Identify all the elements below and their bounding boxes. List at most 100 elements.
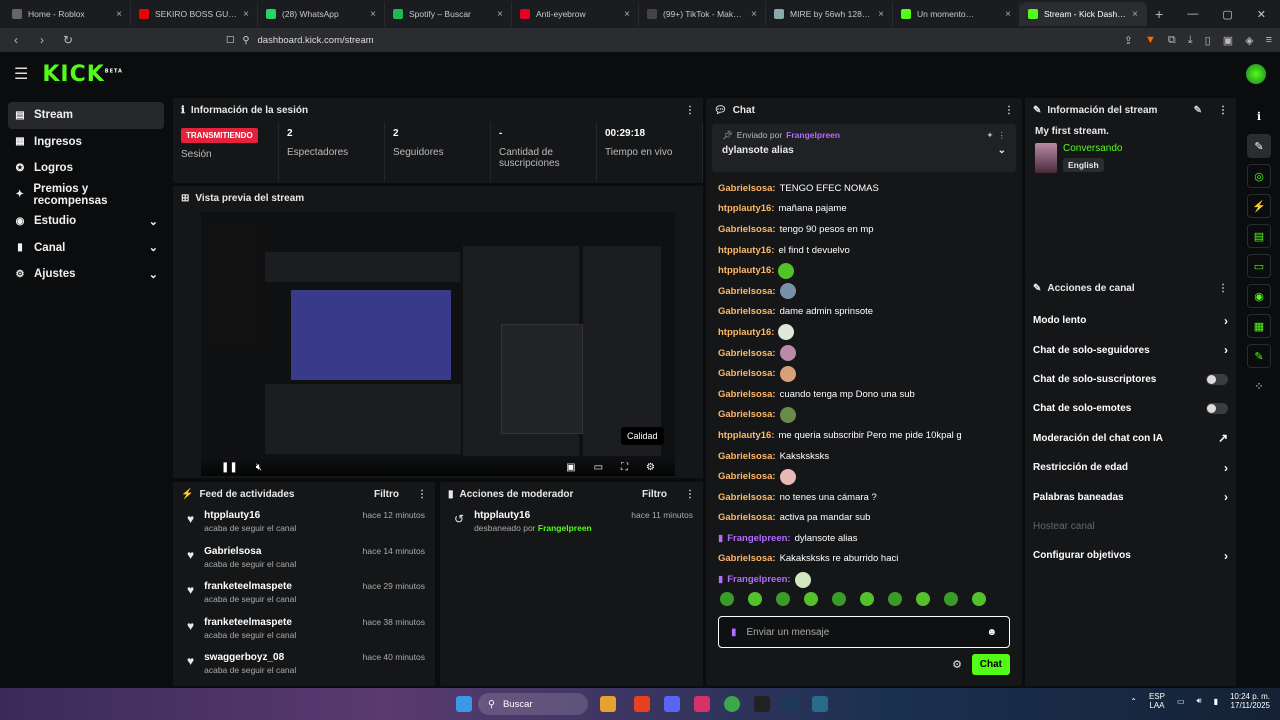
back-icon[interactable]: ‹ xyxy=(8,33,24,47)
brave-icon[interactable] xyxy=(634,696,650,712)
user-avatar[interactable] xyxy=(1246,64,1266,84)
feed-username[interactable]: franketeelmaspete xyxy=(204,617,296,628)
close-icon[interactable]: × xyxy=(243,9,249,20)
mod-sub-user[interactable]: Frangelpreen xyxy=(538,523,592,533)
maximize-icon[interactable]: ▢ xyxy=(1222,8,1232,21)
wallet-icon[interactable]: ▣ xyxy=(1223,34,1233,47)
close-icon[interactable]: × xyxy=(370,9,376,20)
start-icon[interactable] xyxy=(456,696,472,712)
brave-shield-icon[interactable]: ▼ xyxy=(1145,34,1156,47)
chat-username[interactable]: Gabrielsosa: xyxy=(718,389,776,400)
mod-username[interactable]: htpplauty16 xyxy=(474,510,592,521)
emote-icon[interactable] xyxy=(832,592,846,606)
chat-input[interactable]: ▮ Enviar un mensaje ☻ xyxy=(718,616,1010,648)
browser-tab[interactable]: Home - Roblox × xyxy=(4,2,131,26)
browser-tab[interactable]: Spotify – Buscar × xyxy=(385,2,512,26)
share-icon[interactable]: ⇪ xyxy=(1124,34,1133,47)
app-icon[interactable] xyxy=(812,696,828,712)
download-icon[interactable]: ⤓ xyxy=(1188,34,1193,47)
pinned-message[interactable]: 📌︎ Enviado por Frangelpreen ✦ ⋮ dylansot… xyxy=(712,124,1016,172)
browser-tab[interactable]: Un momento… × xyxy=(893,2,1020,26)
emote-icon[interactable] xyxy=(720,592,734,606)
toggle-switch[interactable] xyxy=(1206,403,1228,415)
emote-icon[interactable] xyxy=(860,592,874,606)
chat-username[interactable]: Gabrielsosa: xyxy=(718,471,776,482)
chat-send-button[interactable]: Chat xyxy=(971,654,1010,675)
more-icon[interactable]: ⋮ xyxy=(685,489,695,500)
taskbar-search[interactable]: ⚲ Buscar xyxy=(478,693,588,715)
emote-icon[interactable] xyxy=(776,592,790,606)
emote-icon[interactable] xyxy=(804,592,818,606)
bookmark-icon[interactable]: ☐ xyxy=(226,35,235,46)
kick-logo[interactable]: KICKBETA xyxy=(42,62,123,87)
edit-icon[interactable]: ✎ xyxy=(1194,105,1202,116)
channel-action-chev[interactable]: Palabras baneadas › xyxy=(1025,482,1236,511)
chat-username[interactable]: Gabrielsosa: xyxy=(718,553,776,564)
unpin-icon[interactable]: ✦ xyxy=(986,130,993,141)
chat-username[interactable]: Gabrielsosa: xyxy=(718,348,776,359)
channel-action-chev[interactable]: Chat de solo-seguidores › xyxy=(1025,335,1236,364)
channel-action-toggle[interactable]: Chat de solo-suscriptores xyxy=(1025,365,1236,394)
channel-action-toggle[interactable]: Chat de solo-emotes xyxy=(1025,394,1236,423)
feed-filter-button[interactable]: Filtro xyxy=(374,489,399,500)
sidebar-item[interactable]: ✦ Premios y recompensas xyxy=(8,182,164,209)
url-field[interactable]: ☐ ⚲ dashboard.kick.com/stream xyxy=(226,35,1114,46)
sidebar-item[interactable]: ▦ Ingresos xyxy=(8,129,164,156)
close-icon[interactable]: × xyxy=(116,9,122,20)
instagram-icon[interactable] xyxy=(694,696,710,712)
browser-tab[interactable]: Stream - Kick Dashbo × xyxy=(1020,2,1147,26)
feed-username[interactable]: franketeelmaspete xyxy=(204,581,296,592)
browser-tab[interactable]: Anti-eyebrow × xyxy=(512,2,639,26)
close-window-icon[interactable]: ✕ xyxy=(1257,8,1266,21)
close-icon[interactable]: × xyxy=(751,9,757,20)
discord-icon[interactable] xyxy=(664,696,680,712)
volume-icon[interactable]: 🔊︎ xyxy=(1197,696,1202,706)
reload-icon[interactable]: ↻ xyxy=(60,33,76,47)
chat-username[interactable]: Gabrielsosa: xyxy=(718,368,776,379)
edit-icon[interactable]: ✎ xyxy=(1247,134,1271,158)
chat-username[interactable]: Gabrielsosa: xyxy=(718,451,776,462)
sidebar-item[interactable]: ▮ Canal ⌄ xyxy=(8,235,164,262)
hamburger-menu-icon[interactable]: ☰ xyxy=(14,64,28,84)
language-indicator[interactable]: ESP LAA xyxy=(1149,692,1165,710)
forward-icon[interactable]: › xyxy=(34,33,50,47)
battery-icon[interactable]: ▮ xyxy=(1214,697,1218,706)
chat-username[interactable]: Gabrielsosa: xyxy=(718,183,776,194)
toggle-switch[interactable] xyxy=(1206,373,1228,385)
sidebar-item[interactable]: ⚙ Ajustes ⌄ xyxy=(8,261,164,288)
channel-action-chev[interactable]: Restricción de edad › xyxy=(1025,453,1236,482)
new-tab-icon[interactable]: + xyxy=(1147,6,1171,22)
sidebar-item[interactable]: ✪ Logros xyxy=(8,155,164,182)
chat-username[interactable]: htpplauty16: xyxy=(718,245,774,256)
chat-username[interactable]: Frangelpreen: xyxy=(727,574,790,585)
mute-icon[interactable]: 🔇︎ xyxy=(256,462,262,473)
sidebar-icon[interactable]: ▯ xyxy=(1205,34,1211,47)
chat-username[interactable]: htpplauty16: xyxy=(718,430,774,441)
emote-icon[interactable] xyxy=(748,592,762,606)
chevron-down-icon[interactable]: ⌄ xyxy=(998,145,1006,156)
obs-icon[interactable] xyxy=(754,696,770,712)
chat-username[interactable]: Gabrielsosa: xyxy=(718,492,776,503)
chat-bubble-icon[interactable]: ▭ xyxy=(1247,254,1271,278)
channel-action-chev[interactable]: Configurar objetivos › xyxy=(1025,541,1236,570)
chrome-icon[interactable] xyxy=(724,696,740,712)
network-icon[interactable]: ▭ xyxy=(1177,697,1185,706)
sidebar-item[interactable]: ◉ Estudio ⌄ xyxy=(8,208,164,235)
mod-filter-button[interactable]: Filtro xyxy=(642,489,667,500)
document-icon[interactable]: ▤ xyxy=(1247,224,1271,248)
emote-icon[interactable] xyxy=(944,592,958,606)
bolt-icon[interactable]: ⚡ xyxy=(1247,194,1271,218)
feed-username[interactable]: htpplauty16 xyxy=(204,510,296,521)
chat-username[interactable]: Gabrielsosa: xyxy=(718,512,776,523)
clock[interactable]: 10:24 p. m. 17/11/2025 xyxy=(1230,692,1270,710)
browser-tab[interactable]: (28) WhatsApp × xyxy=(258,2,385,26)
minimize-icon[interactable]: — xyxy=(1187,8,1198,21)
pip-icon[interactable]: ▣ xyxy=(566,462,575,473)
chat-username[interactable]: htpplauty16: xyxy=(718,265,774,276)
settings-gear-icon[interactable]: ⚙ xyxy=(646,462,655,473)
steam-icon[interactable] xyxy=(782,696,798,712)
extensions-icon[interactable]: ⧉ xyxy=(1168,34,1176,47)
close-icon[interactable]: × xyxy=(1132,9,1138,20)
site-info-icon[interactable]: ⚲ xyxy=(243,35,250,46)
close-icon[interactable]: × xyxy=(1005,9,1011,20)
